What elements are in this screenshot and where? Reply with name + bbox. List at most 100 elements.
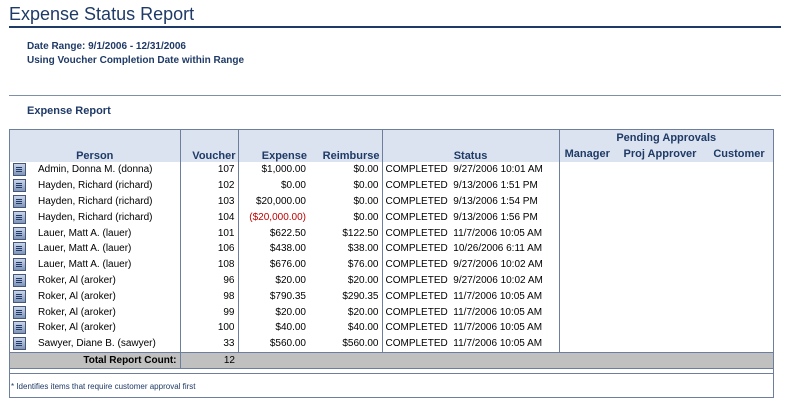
voucher-detail-icon[interactable]	[13, 321, 26, 335]
col-group-pending-approvals: Pending Approvals	[559, 130, 774, 146]
col-proj-approver[interactable]: Proj Approver	[615, 146, 705, 162]
table-row[interactable]: Lauer, Matt A. (lauer) 106 $438.00 $38.00 CO…	[10, 240, 773, 257]
proj-approver-cell	[615, 225, 705, 241]
col-voucher[interactable]: Voucher	[180, 130, 239, 162]
table-row[interactable]: Lauer, Matt A. (lauer) 101 $622.50 $122.50 C…	[10, 225, 773, 241]
table-row[interactable]: Roker, Al (aroker) 98 $790.35 $290.35 COMPLE…	[10, 288, 773, 305]
expense-cell: $622.50	[269, 227, 306, 239]
manager-cell	[559, 225, 615, 241]
col-manager[interactable]: Manager	[559, 146, 615, 162]
voucher-cell: 107	[180, 162, 239, 178]
voucher-cell: 108	[180, 256, 239, 273]
reimburse-cell: $20.00	[309, 304, 383, 320]
reimburse-cell: $40.00	[309, 319, 383, 336]
person-cell[interactable]: Hayden, Richard (richard)	[10, 177, 181, 194]
page-title: Expense Status Report	[9, 4, 195, 24]
proj-approver-cell	[615, 273, 705, 289]
voucher-cell: 103	[180, 193, 239, 210]
voucher-detail-icon[interactable]	[13, 163, 26, 177]
person-name: Hayden, Richard (richard)	[38, 211, 153, 223]
section-title: Expense Report	[27, 105, 111, 117]
table-row[interactable]: Hayden, Richard (richard) 103 $20,000.00 $0…	[10, 193, 773, 210]
status-text: COMPLETED	[385, 306, 448, 318]
expense-cell: $1,000.00	[261, 164, 307, 176]
voucher-detail-icon[interactable]	[13, 210, 26, 224]
table-row[interactable]: Hayden, Richard (richard) 104 ($20,000.00)…	[10, 209, 773, 226]
person-name: Roker, Al (aroker)	[38, 275, 116, 287]
person-name: Admin, Donna M. (donna)	[38, 164, 153, 176]
reimburse-cell: $0.00	[309, 162, 383, 178]
col-reimburse[interactable]: Reimburse	[309, 130, 383, 162]
expense-cell: $560.00	[269, 338, 306, 350]
person-cell[interactable]: Roker, Al (aroker)	[10, 272, 181, 289]
voucher-detail-icon[interactable]	[13, 194, 26, 208]
proj-approver-cell	[615, 257, 705, 273]
date-range: Date Range: 9/1/2006 - 12/31/2006	[27, 41, 186, 52]
reimburse-cell: $0.00	[309, 193, 383, 210]
table-row[interactable]: Admin, Donna M. (donna) 107 $1,000.00 $0.00…	[10, 162, 773, 178]
customer-cell	[705, 257, 773, 273]
voucher-detail-icon[interactable]	[13, 305, 26, 319]
range-basis: Using Voucher Completion Date within Ran…	[27, 55, 245, 66]
expense-cell: $438.00	[269, 243, 306, 255]
status-cell: COMPLETED 11/7/2006 10:05 AM	[382, 335, 560, 353]
person-cell[interactable]: Roker, Al (aroker)	[10, 319, 181, 336]
table-row[interactable]: Roker, Al (aroker) 99 $20.00 $20.00 COMPLETE…	[10, 304, 773, 320]
status-date: 9/13/2006 1:51 PM	[453, 180, 538, 192]
expense-cell: ($20,000.00)	[249, 211, 306, 223]
col-person[interactable]: Person	[10, 130, 181, 162]
customer-cell	[705, 304, 773, 320]
status-date: 9/13/2006 1:54 PM	[453, 195, 538, 207]
table-row[interactable]: Roker, Al (aroker) 100 $40.00 $40.00 COMPLET…	[10, 319, 773, 336]
title-divider	[9, 26, 781, 28]
status-date: 9/27/2006 10:01 AM	[453, 164, 543, 176]
person-name: Lauer, Matt A. (lauer)	[38, 243, 132, 255]
person-cell[interactable]: Hayden, Richard (richard)	[10, 193, 181, 210]
person-cell[interactable]: Lauer, Matt A. (lauer)	[10, 256, 181, 273]
person-cell[interactable]: Roker, Al (aroker)	[10, 304, 181, 320]
status-text: COMPLETED	[385, 274, 448, 286]
voucher-detail-icon[interactable]	[13, 242, 26, 256]
person-cell[interactable]: Hayden, Richard (richard)	[10, 209, 181, 226]
voucher-detail-icon[interactable]	[13, 337, 26, 351]
person-cell[interactable]: Lauer, Matt A. (lauer)	[10, 225, 181, 241]
reimburse-cell: $122.50	[309, 225, 383, 241]
status-text: COMPLETED	[385, 164, 448, 176]
customer-cell	[705, 178, 773, 194]
person-cell[interactable]: Roker, Al (aroker)	[10, 288, 181, 305]
voucher-detail-icon[interactable]	[13, 258, 26, 272]
reimburse-cell: $20.00	[309, 272, 383, 289]
voucher-detail-icon[interactable]	[13, 273, 26, 287]
status-cell: COMPLETED 9/27/2006 10:02 AM	[382, 256, 560, 273]
person-cell[interactable]: Admin, Donna M. (donna)	[10, 162, 181, 178]
proj-approver-cell	[615, 209, 705, 225]
voucher-detail-icon[interactable]	[13, 226, 26, 240]
col-expense[interactable]: Expense	[238, 130, 309, 162]
table-row[interactable]: Hayden, Richard (richard) 102 $0.00 $0.00 CO…	[10, 177, 773, 194]
status-cell: COMPLETED 11/7/2006 10:05 AM	[382, 225, 560, 241]
customer-cell	[705, 273, 773, 289]
status-text: COMPLETED	[385, 195, 448, 207]
total-count: 12	[180, 351, 238, 369]
status-text: COMPLETED	[385, 243, 448, 255]
col-customer[interactable]: Customer	[705, 146, 774, 162]
col-status[interactable]: Status	[382, 130, 560, 162]
status-text: COMPLETED	[385, 211, 448, 223]
table-row[interactable]: Lauer, Matt A. (lauer) 108 $676.00 $76.00 CO…	[10, 256, 773, 273]
status-cell: COMPLETED 11/7/2006 10:05 AM	[382, 304, 560, 320]
voucher-cell: 96	[180, 272, 239, 289]
proj-approver-cell	[615, 336, 705, 352]
table-row[interactable]: Sawyer, Diane B. (sawyer) 33 $560.00 $560.0…	[10, 335, 773, 353]
voucher-cell: 99	[180, 304, 239, 320]
reimburse-cell: $290.35	[309, 288, 383, 305]
manager-cell	[559, 320, 615, 336]
voucher-cell: 106	[180, 240, 239, 257]
voucher-detail-icon[interactable]	[13, 179, 26, 193]
person-cell[interactable]: Lauer, Matt A. (lauer)	[10, 240, 181, 257]
expense-cell: $40.00	[275, 322, 306, 334]
voucher-cell: 101	[180, 225, 239, 241]
table-row[interactable]: Roker, Al (aroker) 96 $20.00 $20.00 COMPLETE…	[10, 272, 773, 289]
voucher-detail-icon[interactable]	[13, 289, 26, 303]
status-date: 9/27/2006 10:02 AM	[453, 274, 543, 286]
person-cell[interactable]: Sawyer, Diane B. (sawyer)	[10, 335, 181, 353]
